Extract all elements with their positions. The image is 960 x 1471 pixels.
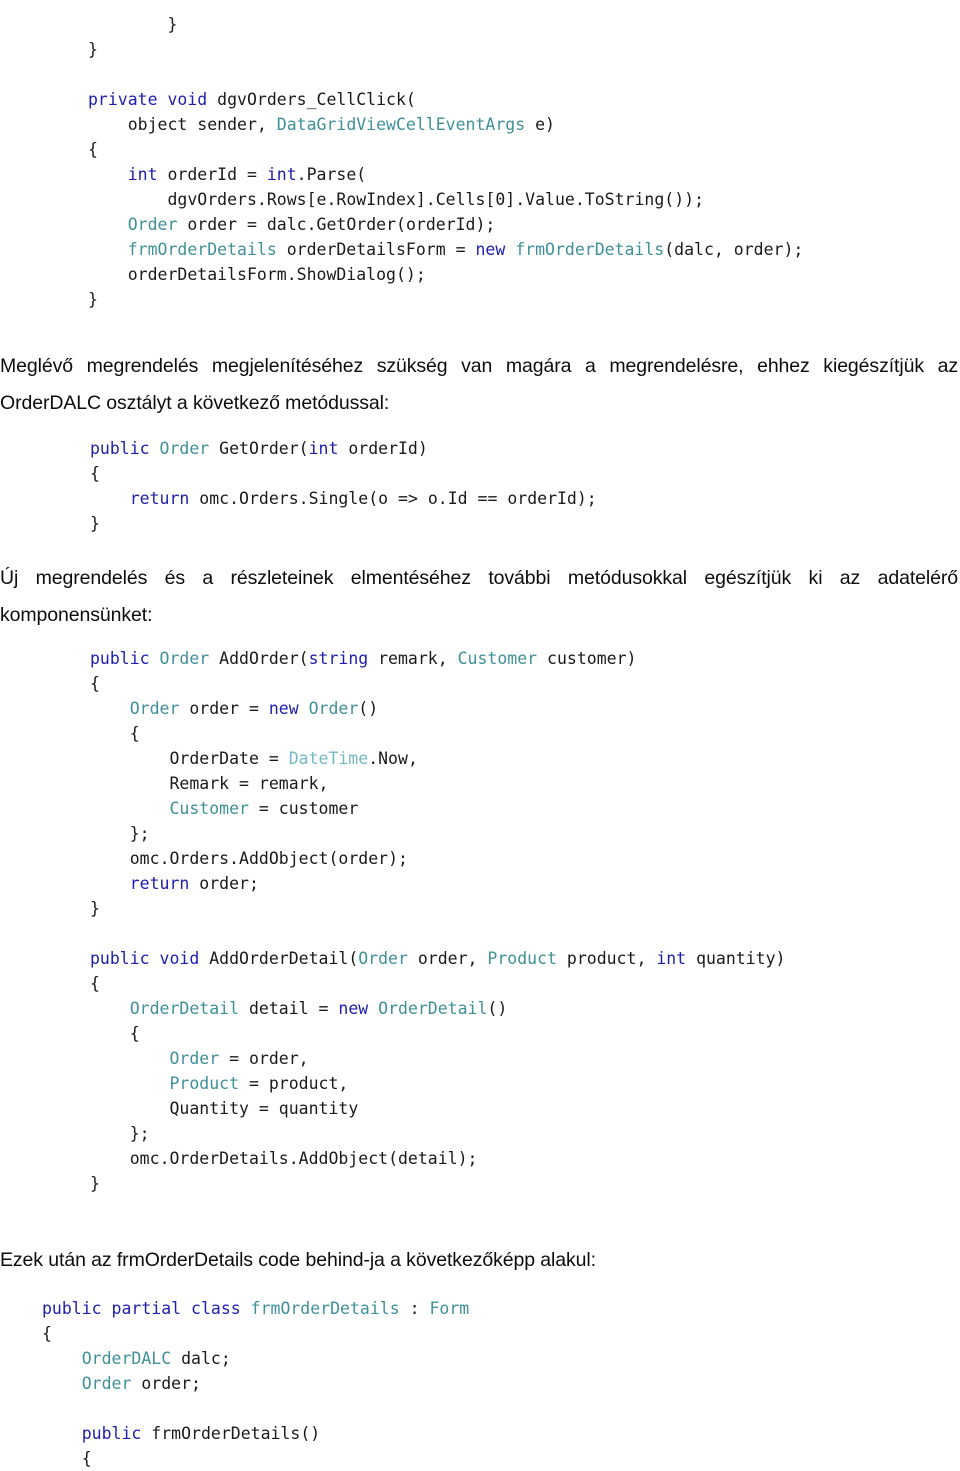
code-line: Order order = dalc.GetOrder(orderId); (127, 215, 496, 234)
code-line: return omc.Orders.Single(o => o.Id == or… (129, 489, 597, 508)
code-line: OrderDALC dalc; (81, 1349, 231, 1368)
code-line: } (88, 290, 98, 309)
code-line: omc.Orders.AddObject(order); (129, 849, 408, 868)
code-line: public Order GetOrder(int orderId) (90, 439, 428, 458)
code-line: } (90, 514, 100, 533)
code-line: Customer = customer (169, 799, 359, 818)
code-line: OrderDetail detail = new OrderDetail() (129, 999, 508, 1018)
code-line: public Order AddOrder(string remark, Cus… (90, 649, 637, 668)
code-line: orderDetailsForm.ShowDialog(); (127, 265, 426, 284)
code-line: omc.OrderDetails.AddObject(detail); (129, 1149, 478, 1168)
paragraph-getorder-intro: Meglévő megrendelés megjelenítéséhez szü… (0, 355, 958, 414)
code-line: frmOrderDetails orderDetailsForm = new f… (127, 240, 804, 259)
code-line: Order order = new Order() (129, 699, 379, 718)
code-line: }; (90, 1124, 150, 1143)
code-block-codebehind: public partial class frmOrderDetails : F… (42, 1296, 469, 1471)
code-line: public partial class frmOrderDetails : F… (42, 1299, 470, 1318)
code-line: } (90, 1174, 100, 1193)
code-line: } (90, 899, 100, 918)
code-line: Quantity = quantity (169, 1099, 359, 1118)
code-line: Product = product, (169, 1074, 349, 1093)
code-line: { (90, 724, 140, 743)
paragraph-codebehind-intro: Ezek után az frmOrderDetails code behind… (0, 1249, 596, 1271)
code-line: { (90, 1024, 140, 1043)
code-block-addorder: public Order AddOrder(string remark, Cus… (90, 646, 785, 1196)
code-line: OrderDate = DateTime.Now, (169, 749, 418, 768)
code-line: dgvOrders.Rows[e.RowIndex].Cells[0].Valu… (167, 190, 705, 209)
code-line: { (42, 1324, 52, 1343)
code-line: public void AddOrderDetail(Order order, … (90, 949, 786, 968)
code-line: { (90, 674, 100, 693)
code-line: } (88, 40, 98, 59)
code-line: Remark = remark, (169, 774, 329, 793)
code-line: Order = order, (169, 1049, 309, 1068)
code-line: } (88, 15, 178, 34)
code-line: object sender, DataGridViewCellEventArgs… (127, 115, 555, 134)
code-line: int orderId = int.Parse( (127, 165, 367, 184)
code-line: { (42, 1449, 92, 1468)
code-block-getorder: public Order GetOrder(int orderId) { retu… (90, 436, 597, 536)
code-block-cellclick: }} private void dgvOrders_CellClick( obj… (88, 12, 803, 312)
paragraph-addorder-intro: Új megrendelés és a részleteinek elmenté… (0, 567, 958, 626)
code-line: private void dgvOrders_CellClick( (88, 90, 416, 109)
code-line: { (90, 464, 100, 483)
document-page: }} private void dgvOrders_CellClick( obj… (0, 0, 960, 1470)
code-line: public frmOrderDetails() (81, 1424, 321, 1443)
code-line: }; (90, 824, 150, 843)
code-line: Order order; (81, 1374, 201, 1393)
code-line: { (88, 140, 98, 159)
code-line: { (90, 974, 100, 993)
code-line: return order; (129, 874, 259, 893)
